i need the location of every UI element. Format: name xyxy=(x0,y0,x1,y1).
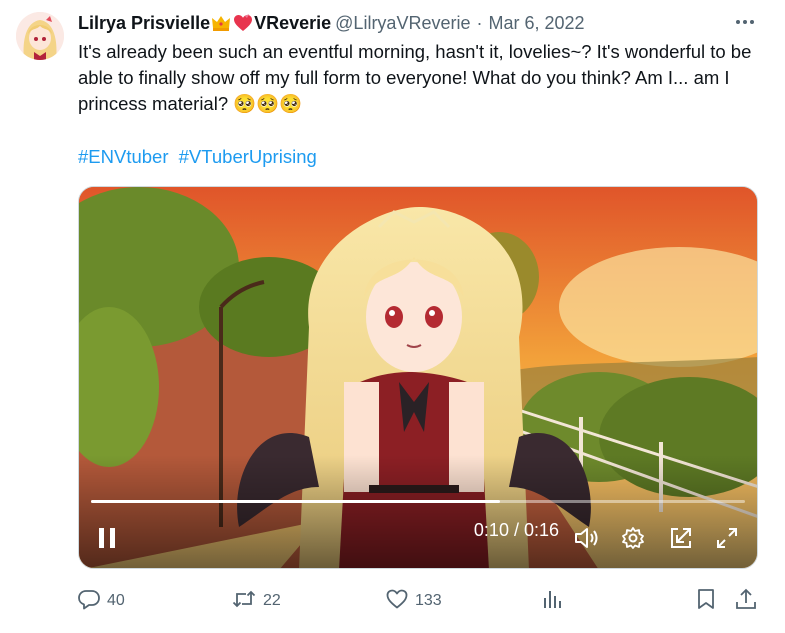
tweet-date[interactable]: Mar 6, 2022 xyxy=(488,13,584,34)
like-button[interactable]: 133 xyxy=(386,587,442,615)
hashtag-link[interactable]: #VTuberUprising xyxy=(179,146,317,167)
like-icon xyxy=(386,589,408,614)
volume-icon[interactable] xyxy=(573,524,601,552)
fullscreen-icon[interactable] xyxy=(713,524,741,552)
reply-icon xyxy=(78,588,100,615)
bookmark-icon xyxy=(696,588,716,615)
video-progress-bar[interactable] xyxy=(91,500,745,503)
display-name-suffix[interactable]: VReverie xyxy=(254,13,331,34)
separator-dot: · xyxy=(476,12,483,33)
heart-emoji xyxy=(232,13,254,33)
display-name[interactable]: Lilrya Prisvielle xyxy=(78,13,210,34)
reply-button[interactable]: 40 xyxy=(78,587,125,615)
share-button[interactable] xyxy=(735,587,757,615)
avatar[interactable] xyxy=(16,12,64,60)
reply-count: 40 xyxy=(107,592,125,609)
share-icon xyxy=(735,588,757,615)
tweet-text: It's already been such an eventful morni… xyxy=(78,41,752,114)
video-progress-fill xyxy=(91,500,500,503)
video-player[interactable]: 0:10 / 0:16 xyxy=(78,186,758,569)
like-count: 133 xyxy=(415,592,442,609)
video-controls: 0:10 / 0:16 xyxy=(79,508,757,568)
more-icon[interactable] xyxy=(733,10,757,34)
bookmark-button[interactable] xyxy=(696,587,716,615)
views-icon xyxy=(541,588,563,615)
retweet-icon xyxy=(232,588,256,615)
tweet-header: Lilrya Prisvielle VReverie @LilryaVRever… xyxy=(78,11,585,35)
tweet-card[interactable]: Lilrya Prisvielle VReverie @LilryaVRever… xyxy=(0,0,785,633)
hashtag-list: #ENVtuber #VTuberUprising xyxy=(78,144,322,170)
video-time: 0:10 / 0:16 xyxy=(473,520,559,540)
settings-gear-icon[interactable] xyxy=(619,524,647,552)
retweet-count: 22 xyxy=(263,592,281,609)
pause-icon[interactable] xyxy=(93,524,121,552)
pip-icon[interactable] xyxy=(667,524,695,552)
hashtag-link[interactable]: #ENVtuber xyxy=(78,146,169,167)
user-handle[interactable]: @LilryaVReverie xyxy=(335,13,470,34)
views-button[interactable] xyxy=(541,587,563,615)
retweet-button[interactable]: 22 xyxy=(232,587,281,615)
crown-emoji xyxy=(210,13,232,33)
tweet-actions: 40 22 133 xyxy=(78,587,758,615)
